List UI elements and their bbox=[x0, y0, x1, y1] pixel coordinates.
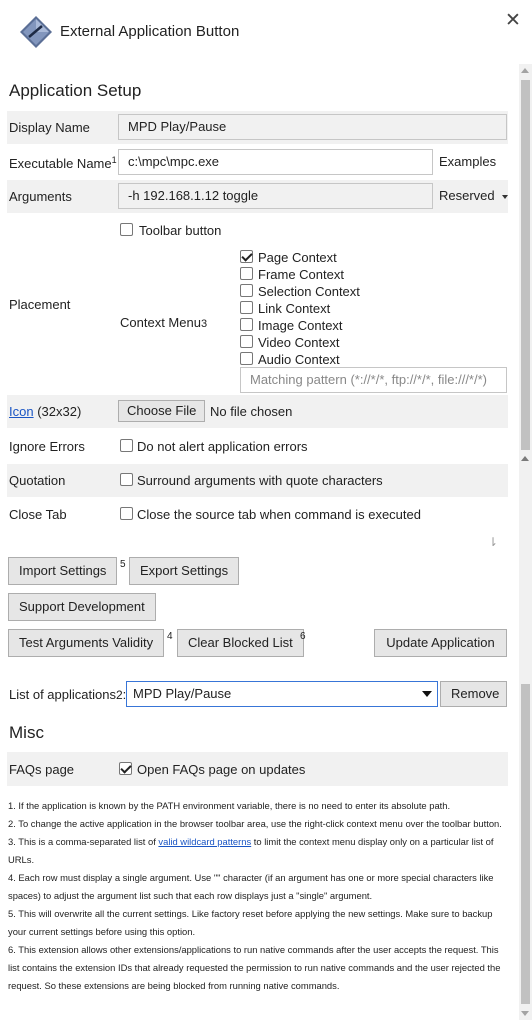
context-menu-label: Context Menu3 bbox=[120, 315, 208, 330]
clear-note-ref: 6 bbox=[300, 631, 306, 642]
scroll-up-arrow-icon[interactable] bbox=[521, 456, 529, 461]
context-selection-checkbox[interactable] bbox=[240, 284, 253, 297]
quotation-option: Surround arguments with quote characters bbox=[137, 473, 383, 488]
resize-handle-icon[interactable]: ⇂ bbox=[488, 535, 498, 549]
dropdown-arrow-icon bbox=[422, 691, 432, 697]
toolbar-button-label: Toolbar button bbox=[139, 223, 222, 238]
footnotes: 1. If the application is known by the PA… bbox=[8, 797, 510, 995]
choose-file-button[interactable]: Choose File bbox=[118, 400, 206, 422]
context-video-checkbox[interactable] bbox=[240, 335, 253, 348]
scroll-down-arrow-icon[interactable] bbox=[521, 1011, 529, 1016]
arguments-row: Arguments -h 192.168.1.12 toggle Reserve… bbox=[7, 180, 508, 213]
icon-link[interactable]: Icon bbox=[9, 404, 34, 419]
footnote-5: 5. This will overwrite all the current s… bbox=[8, 908, 493, 937]
close-tab-label: Close Tab bbox=[9, 507, 67, 522]
ignore-errors-option: Do not alert application errors bbox=[137, 439, 308, 454]
app-list-label: List of applications2: bbox=[9, 687, 127, 702]
executable-label: Executable Name1 bbox=[9, 155, 117, 171]
close-tab-checkbox[interactable] bbox=[120, 507, 133, 520]
display-name-row: Display Name MPD Play/Pause bbox=[7, 111, 508, 144]
placement-label: Placement bbox=[9, 297, 71, 312]
caret-down-icon bbox=[501, 194, 508, 199]
quotation-checkbox[interactable] bbox=[120, 473, 133, 486]
context-frame-checkbox[interactable] bbox=[240, 267, 253, 280]
footnote-4: 4. Each row must display a single argume… bbox=[8, 872, 494, 901]
context-image-label: Image Context bbox=[258, 318, 343, 333]
toolbar-button-checkbox[interactable] bbox=[120, 223, 133, 236]
faqs-row: FAQs page Open FAQs page on updates bbox=[7, 752, 508, 786]
scroll-up-arrow-icon[interactable] bbox=[521, 68, 529, 73]
section-heading-misc: Misc bbox=[9, 723, 44, 742]
ignore-errors-row: Ignore Errors Do not alert application e… bbox=[7, 430, 508, 463]
footnote-3: 3. This is a comma-separated list of val… bbox=[8, 836, 494, 865]
close-icon[interactable]: ✕ bbox=[505, 9, 521, 32]
import-note-ref: 5 bbox=[120, 559, 126, 570]
context-video-label: Video Context bbox=[258, 335, 340, 350]
test-arguments-button[interactable]: Test Arguments Validity bbox=[8, 629, 165, 657]
display-name-label: Display Name bbox=[9, 120, 90, 135]
context-page-checkbox[interactable] bbox=[240, 250, 253, 263]
import-settings-button[interactable]: Import Settings bbox=[8, 557, 118, 585]
quotation-row: Quotation Surround arguments with quote … bbox=[7, 464, 508, 497]
file-status-text: No file chosen bbox=[210, 404, 293, 419]
export-settings-button[interactable]: Export Settings bbox=[129, 557, 240, 585]
reserved-dropdown[interactable]: Reserved bbox=[433, 183, 508, 209]
examples-dropdown[interactable]: Examples bbox=[433, 149, 508, 191]
remove-button[interactable]: Remove bbox=[440, 681, 507, 707]
display-name-input[interactable]: MPD Play/Pause bbox=[118, 114, 507, 140]
footnote-2: 2. To change the active application in t… bbox=[8, 818, 502, 829]
window-title: External Application Button bbox=[60, 23, 240, 40]
footnote-1: 1. If the application is known by the PA… bbox=[8, 800, 451, 811]
wildcard-patterns-link[interactable]: valid wildcard patterns bbox=[158, 836, 251, 847]
faqs-option: Open FAQs page on updates bbox=[137, 762, 306, 777]
matching-pattern-input[interactable]: Matching pattern (*://*/*, ftp://*/*, fi… bbox=[240, 367, 507, 393]
placement-row: Placement Toolbar button Context Menu3 P… bbox=[7, 216, 508, 394]
arguments-label: Arguments bbox=[9, 189, 72, 204]
context-page-label: Page Context bbox=[258, 250, 337, 265]
ignore-errors-label: Ignore Errors bbox=[9, 439, 85, 454]
executable-row: Executable Name1 c:\mpc\mpc.exe Examples bbox=[7, 146, 508, 191]
close-tab-row: Close Tab Close the source tab when comm… bbox=[7, 498, 508, 531]
application-select[interactable]: MPD Play/Pause bbox=[126, 681, 438, 707]
arguments-input[interactable]: -h 192.168.1.12 toggle bbox=[118, 183, 433, 209]
faqs-checkbox[interactable] bbox=[119, 762, 132, 775]
title-bar: External Application Button ✕ bbox=[0, 0, 532, 64]
quotation-label: Quotation bbox=[9, 473, 66, 488]
context-audio-checkbox[interactable] bbox=[240, 352, 253, 365]
icon-size-text: (32x32) bbox=[37, 404, 82, 419]
test-note-ref: 4 bbox=[167, 631, 173, 642]
context-selection-label: Selection Context bbox=[258, 284, 360, 299]
context-audio-label: Audio Context bbox=[258, 352, 340, 367]
context-link-label: Link Context bbox=[258, 301, 331, 316]
faqs-label: FAQs page bbox=[9, 762, 75, 777]
update-application-button[interactable]: Update Application bbox=[374, 629, 507, 657]
section-heading-setup: Application Setup bbox=[9, 81, 142, 100]
scrollbar-thumb-lower[interactable] bbox=[521, 684, 530, 1004]
support-development-button[interactable]: Support Development bbox=[8, 593, 156, 621]
clear-blocked-list-button[interactable]: Clear Blocked List bbox=[177, 629, 304, 657]
footnote-6: 6. This extension allows other extension… bbox=[8, 944, 501, 991]
icon-label: Icon (32x32) bbox=[9, 404, 81, 419]
executable-input[interactable]: c:\mpc\mpc.exe bbox=[118, 149, 433, 175]
scrollbar-thumb[interactable] bbox=[521, 80, 530, 450]
icon-row: Icon (32x32) Choose File No file chosen bbox=[7, 395, 508, 428]
context-frame-label: Frame Context bbox=[258, 267, 344, 282]
app-logo-icon bbox=[20, 16, 52, 48]
ignore-errors-checkbox[interactable] bbox=[120, 439, 133, 452]
close-tab-option: Close the source tab when command is exe… bbox=[137, 507, 421, 522]
context-image-checkbox[interactable] bbox=[240, 318, 253, 331]
context-link-checkbox[interactable] bbox=[240, 301, 253, 314]
scrollbar[interactable] bbox=[519, 64, 532, 1020]
